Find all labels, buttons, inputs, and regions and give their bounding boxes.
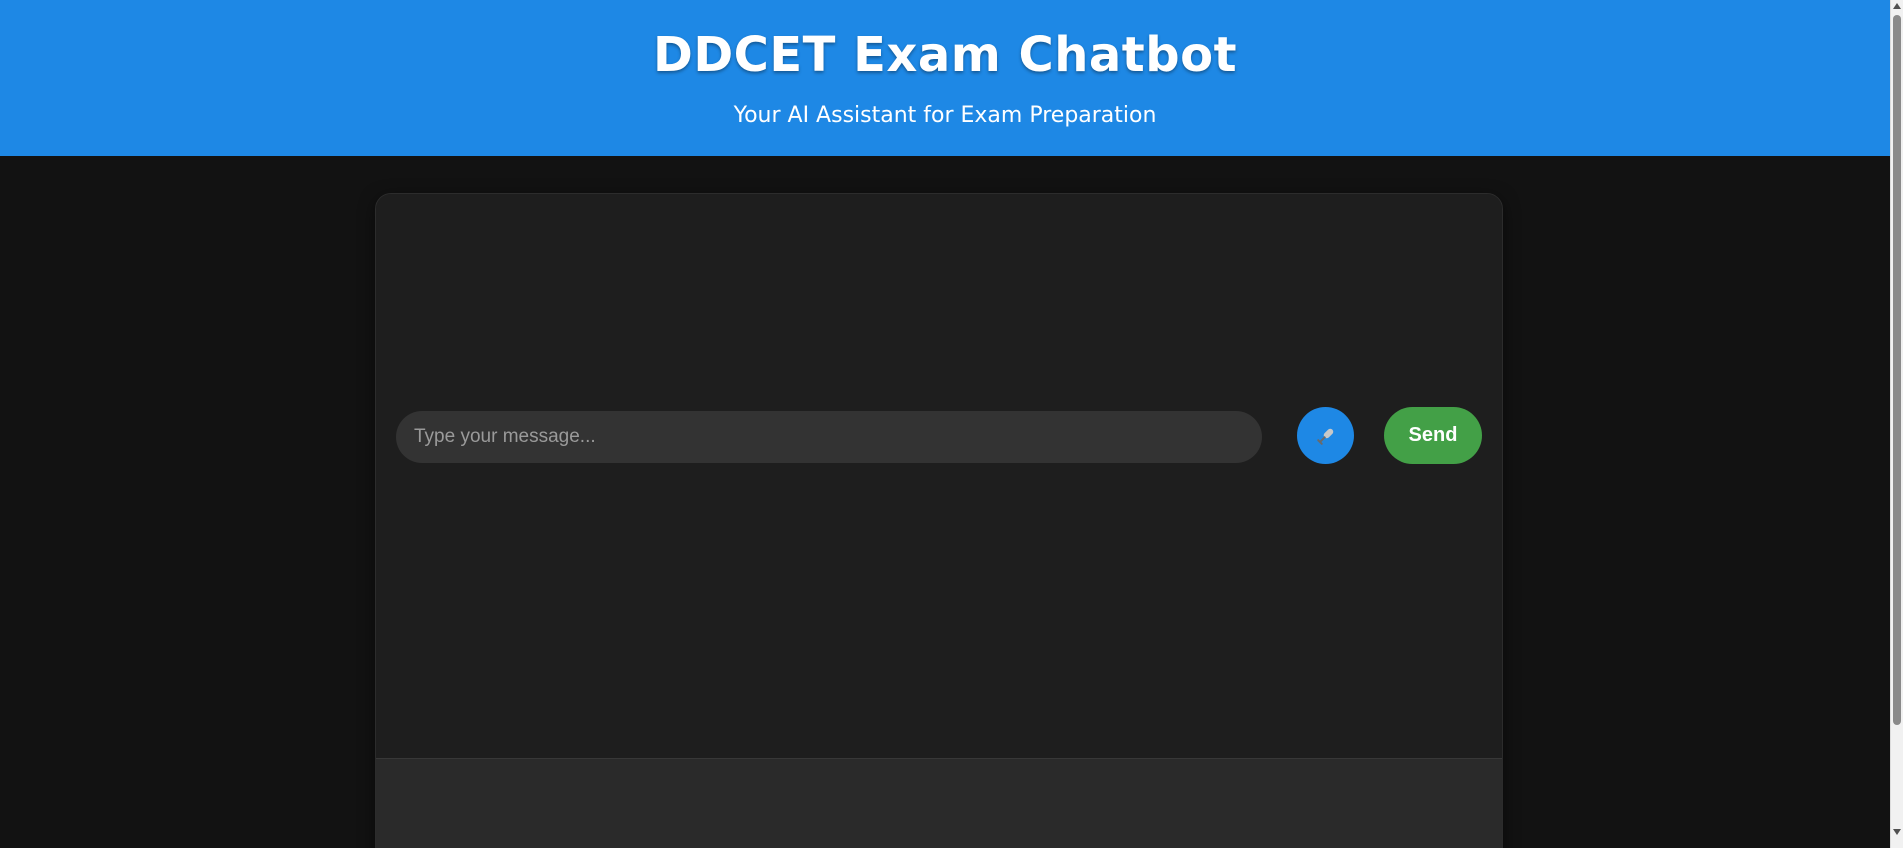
page-scrollbar[interactable] — [1890, 0, 1903, 848]
message-input[interactable] — [396, 411, 1262, 463]
scroll-down-icon[interactable] — [1893, 829, 1901, 835]
chat-container: Send — [375, 193, 1503, 848]
page-subtitle: Your AI Assistant for Exam Preparation — [733, 103, 1157, 128]
scrollbar-thumb[interactable] — [1893, 15, 1901, 725]
app-header: DDCET Exam Chatbot Your AI Assistant for… — [0, 0, 1890, 156]
voice-input-button[interactable] — [1297, 407, 1354, 464]
chat-messages-area[interactable] — [376, 194, 1502, 758]
send-button[interactable]: Send — [1384, 407, 1482, 464]
chat-input-bar — [376, 758, 1502, 848]
scroll-up-icon[interactable] — [1893, 3, 1901, 9]
page: DDCET Exam Chatbot Your AI Assistant for… — [0, 0, 1903, 848]
microphone-icon — [1316, 428, 1333, 445]
page-title: DDCET Exam Chatbot — [652, 27, 1238, 83]
